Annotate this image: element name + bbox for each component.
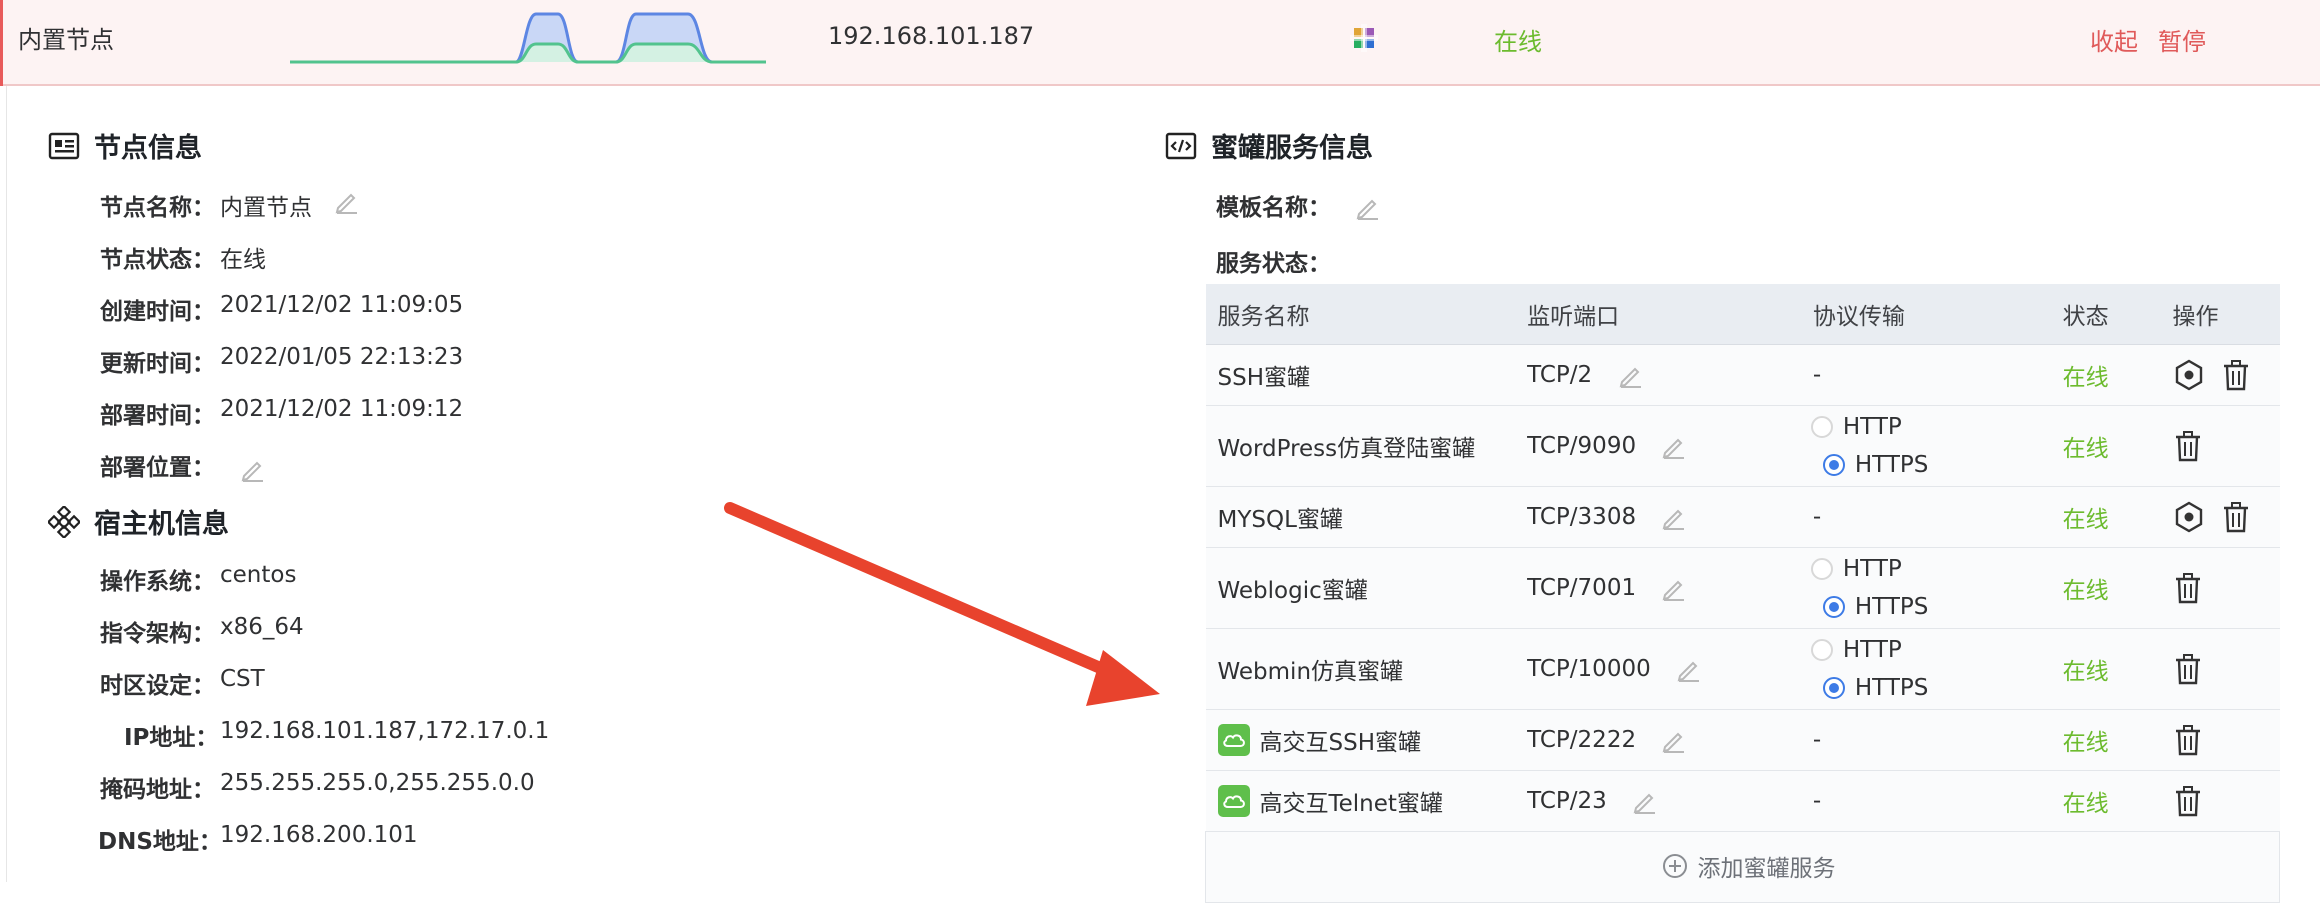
delete-icon[interactable] — [2173, 430, 2203, 462]
table-row: Webmin仿真蜜罐 TCP/10000 HTTP HTTPS 在线 — [1205, 628, 2280, 710]
https-label: HTTPS — [1854, 675, 1929, 701]
service-name: SSH蜜罐 — [1205, 344, 1516, 406]
https-label: HTTPS — [1854, 452, 1929, 478]
actions-cell — [2160, 547, 2280, 629]
http-radio[interactable] — [1810, 416, 1833, 438]
https-label: HTTPS — [1854, 594, 1929, 620]
plus-circle-icon — [1662, 854, 1687, 878]
settings-icon[interactable] — [2173, 359, 2205, 391]
actions-cell — [2160, 344, 2280, 406]
col-actions: 操作 — [2160, 284, 2280, 345]
actions-cell — [2160, 709, 2280, 771]
delete-icon[interactable] — [2173, 724, 2203, 756]
status-value: 在线 — [2050, 547, 2161, 629]
https-radio[interactable] — [1822, 454, 1845, 476]
edit-port-icon[interactable] — [1661, 504, 1687, 531]
delete-icon[interactable] — [2221, 501, 2251, 533]
services-table: 服务名称 监听端口 协议传输 状态 操作 SSH蜜罐 TCP/2 - 在线 Wo… — [1205, 284, 2280, 903]
col-port: 监听端口 — [1515, 284, 1801, 345]
col-protocol: 协议传输 — [1800, 284, 2051, 345]
table-row: 高交互Telnet蜜罐 TCP/23 - 在线 — [1205, 770, 2280, 832]
edit-template-icon[interactable] — [1355, 194, 1381, 220]
add-service-cell: 添加蜜罐服务 — [1205, 831, 2280, 903]
edit-port-icon[interactable] — [1661, 433, 1687, 460]
https-radio[interactable] — [1822, 677, 1845, 699]
http-radio[interactable] — [1810, 639, 1833, 661]
port-cell: TCP/10000 — [1515, 628, 1801, 710]
edit-port-icon[interactable] — [1618, 362, 1644, 389]
status-value: 在线 — [2050, 344, 2161, 406]
edit-port-icon[interactable] — [1676, 656, 1702, 683]
protocol-cell: HTTP HTTPS — [1800, 547, 2051, 629]
http-label: HTTP — [1842, 414, 1902, 440]
table-row: WordPress仿真登陆蜜罐 TCP/9090 HTTP HTTPS 在线 — [1205, 405, 2280, 487]
service-name: MYSQL蜜罐 — [1205, 486, 1516, 548]
protocol-value: - — [1800, 770, 2051, 832]
actions-cell — [2160, 486, 2280, 548]
protocol-value: - — [1800, 709, 2051, 771]
status-value: 在线 — [2050, 770, 2161, 832]
https-radio[interactable] — [1822, 596, 1845, 618]
edit-port-icon[interactable] — [1632, 788, 1658, 815]
field-label: 模板名称： — [1216, 195, 1331, 221]
service-name: WordPress仿真登陆蜜罐 — [1205, 405, 1516, 487]
port-value: TCP/7001 — [1527, 574, 1637, 601]
add-service-button[interactable]: 添加蜜罐服务 — [1662, 849, 1836, 883]
http-label: HTTP — [1842, 637, 1902, 663]
edit-port-icon[interactable] — [1661, 575, 1687, 602]
add-service-label: 添加蜜罐服务 — [1697, 856, 1836, 882]
actions-cell — [2160, 405, 2280, 487]
port-cell: TCP/3308 — [1515, 486, 1801, 548]
cloud-icon — [1217, 785, 1250, 817]
http-radio[interactable] — [1810, 558, 1833, 580]
service-name-cell: 高交互Telnet蜜罐 — [1205, 770, 1516, 832]
table-row: Weblogic蜜罐 TCP/7001 HTTP HTTPS 在线 — [1205, 547, 2280, 629]
col-status: 状态 — [2050, 284, 2161, 345]
port-cell: TCP/9090 — [1515, 405, 1801, 487]
delete-icon[interactable] — [2173, 785, 2203, 817]
table-row: MYSQL蜜罐 TCP/3308 - 在线 — [1205, 486, 2280, 548]
http-label: HTTP — [1842, 556, 1902, 582]
delete-icon[interactable] — [2173, 653, 2203, 685]
honeypot-info-title: 蜜罐服务信息 — [1211, 133, 1373, 164]
service-name: Weblogic蜜罐 — [1205, 547, 1516, 629]
delete-icon[interactable] — [2221, 359, 2251, 391]
col-service-name: 服务名称 — [1205, 284, 1516, 345]
protocol-value: - — [1800, 344, 2051, 406]
port-value: TCP/2222 — [1527, 726, 1637, 753]
port-value: TCP/9090 — [1527, 432, 1637, 459]
status-value: 在线 — [2050, 709, 2161, 771]
edit-port-icon[interactable] — [1661, 727, 1687, 754]
protocol-value: - — [1800, 486, 2051, 548]
port-value: TCP/23 — [1527, 787, 1607, 814]
table-row: SSH蜜罐 TCP/2 - 在线 — [1205, 344, 2280, 406]
port-cell: TCP/23 — [1515, 770, 1801, 832]
table-row: 高交互SSH蜜罐 TCP/2222 - 在线 — [1205, 709, 2280, 771]
cloud-icon — [1217, 724, 1250, 756]
add-service-row: 添加蜜罐服务 — [1205, 831, 2280, 903]
status-value: 在线 — [2050, 405, 2161, 487]
service-name-cell: 高交互SSH蜜罐 — [1205, 709, 1516, 771]
protocol-cell: HTTP HTTPS — [1800, 628, 2051, 710]
code-window-icon — [1165, 132, 1197, 159]
service-name: Webmin仿真蜜罐 — [1205, 628, 1516, 710]
status-value: 在线 — [2050, 486, 2161, 548]
protocol-cell: HTTP HTTPS — [1800, 405, 2051, 487]
service-name: 高交互SSH蜜罐 — [1259, 730, 1422, 756]
port-value: TCP/2 — [1527, 361, 1593, 388]
actions-cell — [2160, 770, 2280, 832]
table-header-row: 服务名称 监听端口 协议传输 状态 操作 — [1205, 284, 2280, 345]
service-name: 高交互Telnet蜜罐 — [1259, 791, 1443, 817]
port-value: TCP/3308 — [1527, 503, 1637, 530]
actions-cell — [2160, 628, 2280, 710]
settings-icon[interactable] — [2173, 501, 2205, 533]
port-cell: TCP/2 — [1515, 344, 1801, 406]
port-cell: TCP/2222 — [1515, 709, 1801, 771]
honeypot-info-header: 蜜罐服务信息 — [1165, 126, 1373, 165]
status-value: 在线 — [2050, 628, 2161, 710]
port-cell: TCP/7001 — [1515, 547, 1801, 629]
port-value: TCP/10000 — [1527, 655, 1651, 682]
field-label: 服务状态： — [1216, 251, 1331, 277]
delete-icon[interactable] — [2173, 572, 2203, 604]
